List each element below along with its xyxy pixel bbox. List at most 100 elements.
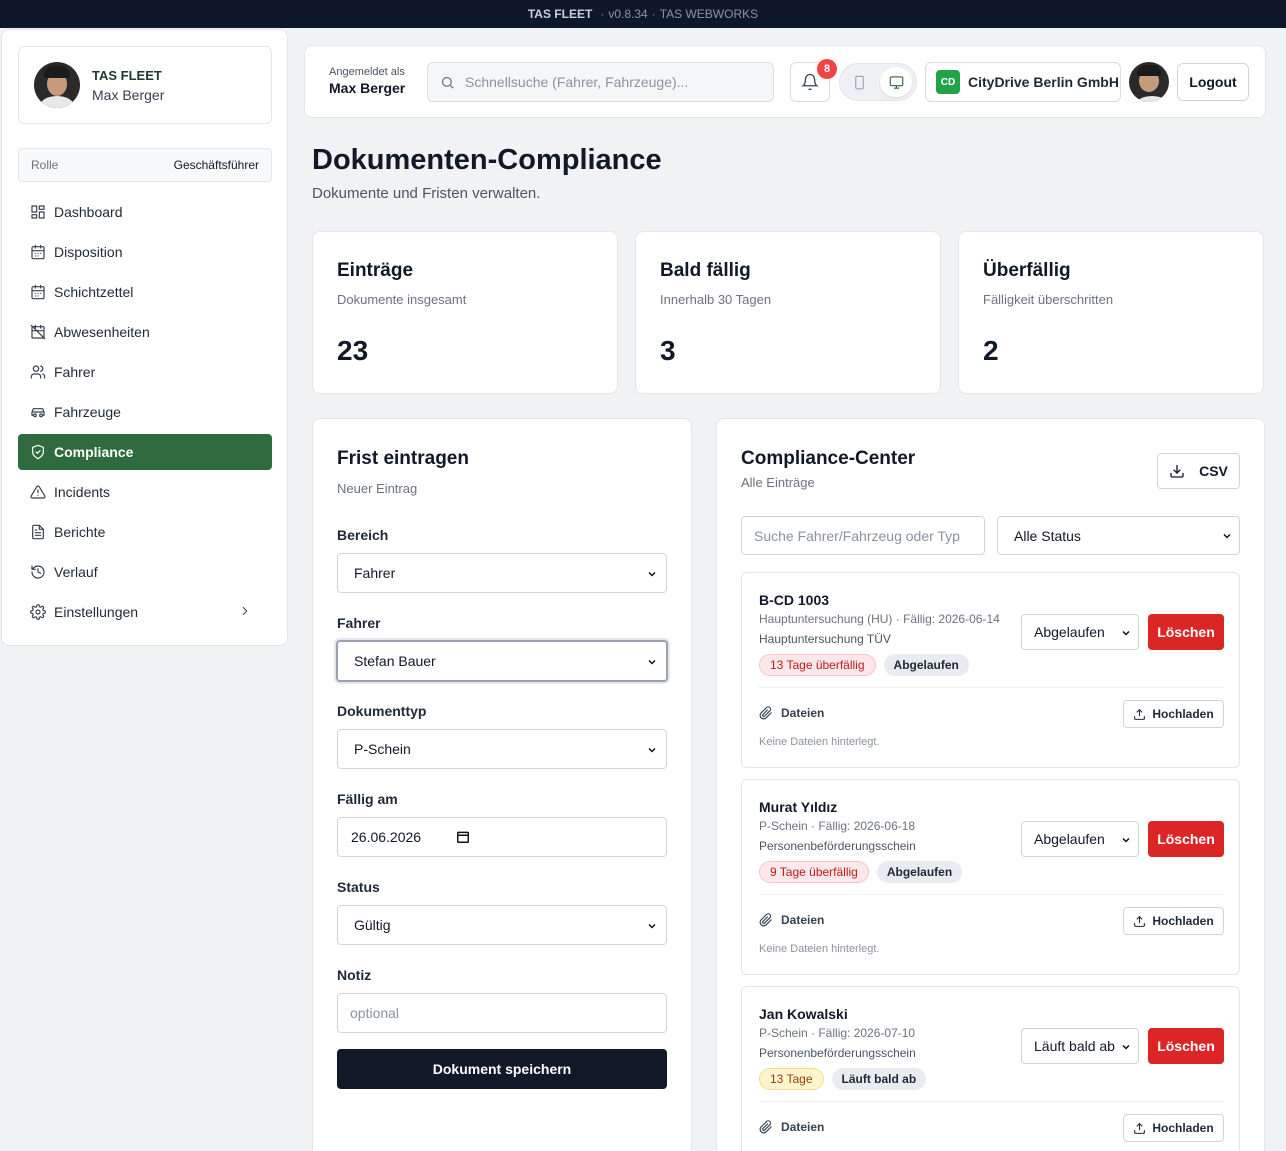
dokumenttyp-select[interactable]: P-Schein <box>337 729 667 769</box>
files-label: Dateien <box>759 1120 824 1134</box>
fahrer-label: Fahrer <box>337 615 381 631</box>
delete-button[interactable]: Löschen <box>1148 614 1224 650</box>
compliance-entry: Jan Kowalski P-Schein · Fällig: 2026-07-… <box>741 986 1240 1151</box>
cc-search-input[interactable]: Suche Fahrer/Fahrzeug oder Typ <box>741 516 985 555</box>
entry-status-select[interactable]: Abgelaufen <box>1021 614 1139 650</box>
sidebar-item-label: Compliance <box>54 444 134 460</box>
alert-triangle-icon <box>30 485 46 499</box>
app-topbar: TAS FLEET · v0.8.34 · TAS WEBWORKS <box>0 0 1286 28</box>
users-icon <box>30 365 46 379</box>
chevron-right-icon <box>242 606 248 616</box>
notification-badge: 8 <box>817 59 837 79</box>
compliance-center: Compliance-Center Alle Einträge CSV Such… <box>716 418 1265 1151</box>
divider <box>759 894 1224 895</box>
fahrer-select[interactable]: Stefan Bauer <box>336 640 668 682</box>
sidebar-item-label: Abwesenheiten <box>54 324 150 340</box>
desktop-view-button[interactable] <box>880 67 912 97</box>
divider <box>759 1101 1224 1102</box>
entry-meta: Hauptuntersuchung (HU) · Fällig: 2026-06… <box>759 612 1000 626</box>
profile-org: TAS FLEET <box>92 67 162 83</box>
notiz-placeholder: optional <box>350 1005 400 1021</box>
sidebar-item-label: Einstellungen <box>54 604 139 620</box>
sidebar-item-dashboard[interactable]: Dashboard <box>18 194 272 230</box>
notiz-input[interactable]: optional <box>337 993 667 1033</box>
bereich-select[interactable]: Fahrer <box>337 553 667 593</box>
chevron-down-icon <box>648 923 656 929</box>
sidebar-item-abwesenheiten[interactable]: Abwesenheiten <box>18 314 272 350</box>
sidebar-item-fahrzeuge[interactable]: Fahrzeuge <box>18 394 272 430</box>
entry-meta: P-Schein · Fällig: 2026-06-18 <box>759 819 916 833</box>
sidebar-nav: Dashboard Disposition Schichtzettel Abwe… <box>18 194 272 634</box>
faellig-value: 26.06.2026 <box>351 829 422 845</box>
profile-user: Max Berger <box>92 86 165 103</box>
header-avatar[interactable] <box>1129 62 1169 102</box>
sidebar-item-fahrer[interactable]: Fahrer <box>18 354 272 390</box>
entry-description: Hauptuntersuchung TÜV <box>759 632 891 646</box>
bereich-value: Fahrer <box>354 565 396 581</box>
sidebar-item-incidents[interactable]: Incidents <box>18 474 272 510</box>
sidebar-item-disposition[interactable]: Disposition <box>18 234 272 270</box>
logout-button[interactable]: Logout <box>1177 63 1249 101</box>
chevron-down-icon <box>648 659 656 665</box>
header: Angemeldet als Max Berger 8 CD CityDrive… <box>304 45 1266 118</box>
sidebar-item-label: Schichtzettel <box>54 284 134 300</box>
upload-icon <box>1134 915 1146 927</box>
status-filter-select[interactable]: Alle Status <box>997 516 1240 555</box>
calendar-icon[interactable] <box>456 830 470 844</box>
stat-title: Bald fällig <box>660 260 751 281</box>
sidebar-item-berichte[interactable]: Berichte <box>18 514 272 550</box>
csv-export-button[interactable]: CSV <box>1157 453 1240 489</box>
profile-card[interactable]: TAS FLEET Max Berger <box>18 46 272 124</box>
search-input[interactable] <box>465 74 765 90</box>
search-icon <box>441 76 454 89</box>
chevron-down-icon <box>1122 630 1130 636</box>
entry-status-select[interactable]: Abgelaufen <box>1021 821 1139 857</box>
page-title: Dokumenten-Compliance <box>312 144 662 176</box>
company-switcher[interactable]: CD CityDrive Berlin GmbH <box>925 62 1121 102</box>
files-label: Dateien <box>759 913 824 927</box>
sidebar-item-verlauf[interactable]: Verlauf <box>18 554 272 590</box>
monitor-icon <box>889 75 903 89</box>
bell-icon <box>801 73 819 91</box>
bereich-label: Bereich <box>337 527 389 543</box>
page-subtitle: Dokumente und Fristen verwalten. <box>312 185 541 202</box>
sidebar-item-schichtzettel[interactable]: Schichtzettel <box>18 274 272 310</box>
upload-button[interactable]: Hochladen <box>1123 1114 1224 1142</box>
notifications-button[interactable]: 8 <box>790 59 837 102</box>
topbar-vendor: TAS WEBWORKS <box>659 7 759 21</box>
entry-status-select[interactable]: Läuft bald ab <box>1021 1028 1139 1064</box>
status-badge: Abgelaufen <box>876 861 963 883</box>
dokumenttyp-value: P-Schein <box>354 741 411 757</box>
files-label: Dateien <box>759 706 824 720</box>
sidebar-item-compliance[interactable]: Compliance <box>18 434 272 470</box>
stat-title: Einträge <box>337 260 414 281</box>
divider <box>759 687 1224 688</box>
chevron-down-icon <box>1122 1044 1130 1050</box>
gear-icon <box>30 604 46 620</box>
entry-status-value: Läuft bald ab <box>1034 1038 1115 1054</box>
upload-button[interactable]: Hochladen <box>1123 700 1224 728</box>
status-badge: Läuft bald ab <box>831 1068 927 1090</box>
delete-button[interactable]: Löschen <box>1148 1028 1224 1064</box>
status-select[interactable]: Gültig <box>337 905 667 945</box>
sidebar-item-label: Fahrzeuge <box>54 404 121 420</box>
faellig-date-input[interactable]: 26.06.2026 <box>337 817 667 857</box>
quick-search[interactable] <box>427 62 774 102</box>
faellig-label: Fällig am <box>337 791 398 807</box>
mobile-view-button[interactable] <box>843 67 875 97</box>
due-soon-badge: 13 Tage <box>759 1068 824 1090</box>
history-icon <box>31 565 45 579</box>
upload-button[interactable]: Hochladen <box>1123 907 1224 935</box>
entry-name: Jan Kowalski <box>759 1006 848 1022</box>
sidebar-item-einstellungen[interactable]: Einstellungen <box>18 594 272 630</box>
stat-card-due-soon: Bald fällig Innerhalb 30 Tagen 3 <box>635 231 941 394</box>
status-badge: Abgelaufen <box>883 654 969 676</box>
delete-button[interactable]: Löschen <box>1148 821 1224 857</box>
cc-search-placeholder: Suche Fahrer/Fahrzeug oder Typ <box>754 527 960 544</box>
form-subtitle: Neuer Eintrag <box>337 481 418 496</box>
calendar-icon <box>31 244 45 260</box>
upload-label: Hochladen <box>1152 914 1214 928</box>
save-document-button[interactable]: Dokument speichern <box>337 1049 667 1089</box>
upload-label: Hochladen <box>1152 1121 1214 1135</box>
no-files-text: Keine Dateien hinterlegt. <box>759 943 880 955</box>
